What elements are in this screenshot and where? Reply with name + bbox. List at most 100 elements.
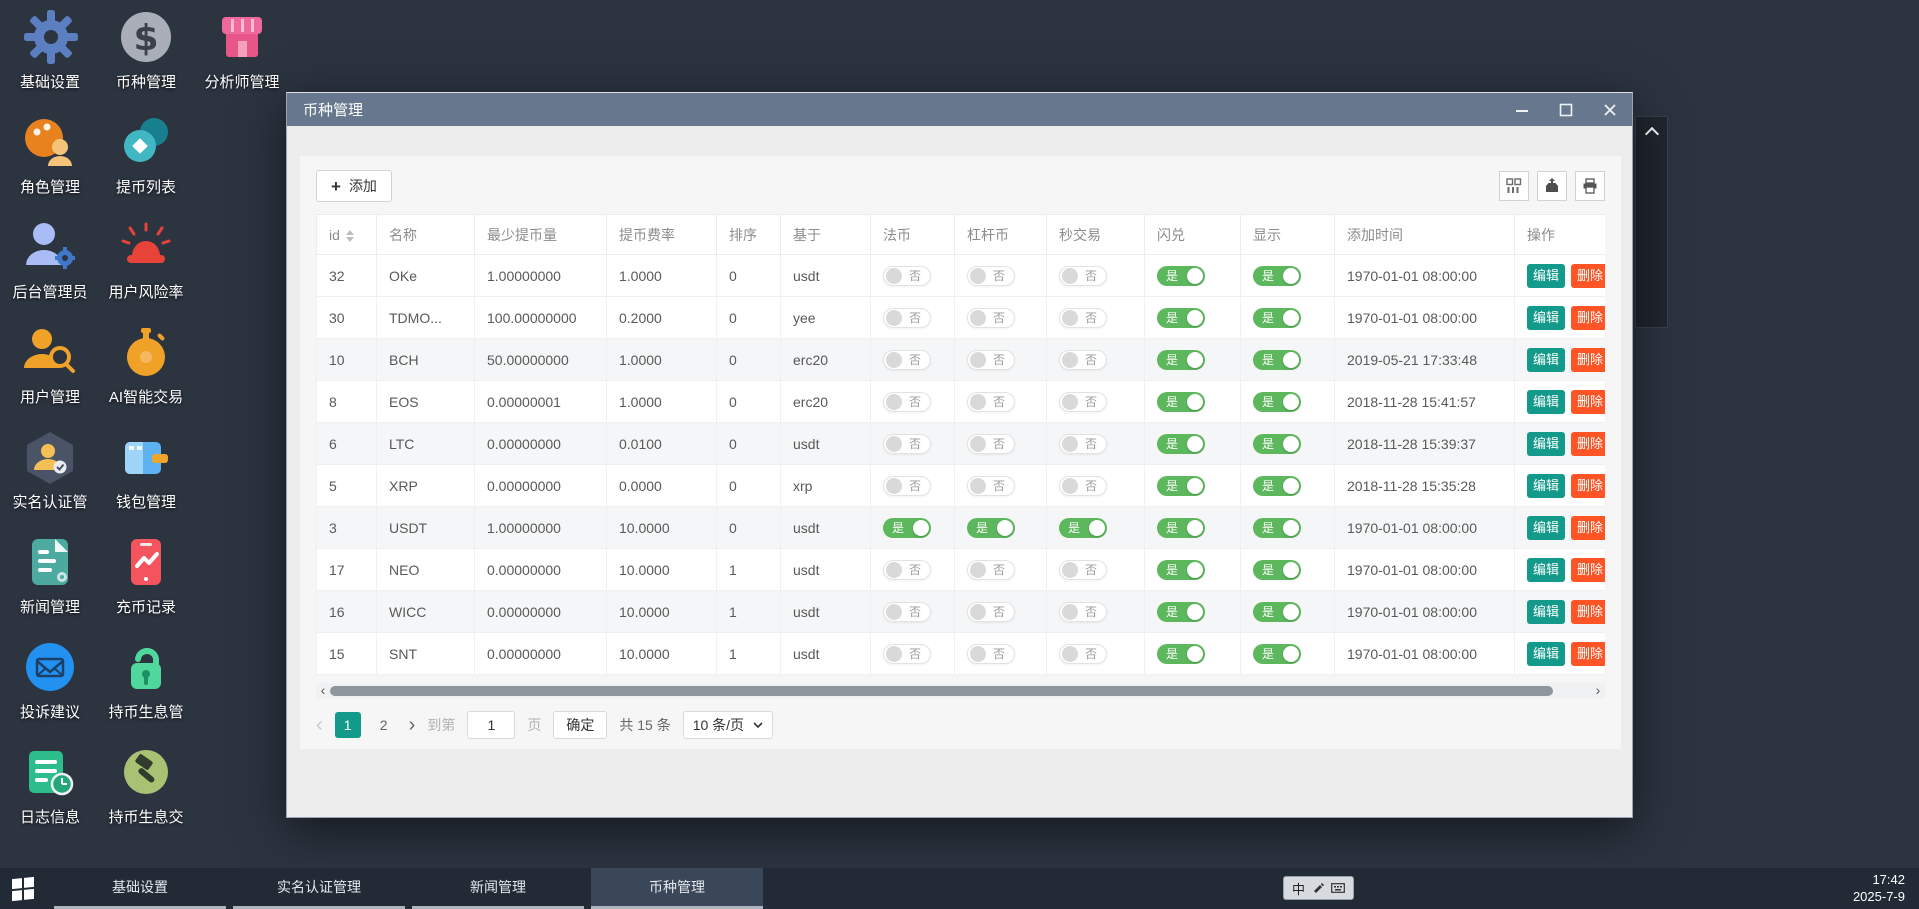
desktop-icon-complaint[interactable]: 投诉建议	[2, 638, 98, 722]
desktop-icon-admin-user[interactable]: 后台管理员	[2, 218, 98, 302]
lever-toggle-off[interactable]: 否	[967, 644, 1015, 664]
taskbar-item-币种管理[interactable]: 币种管理	[591, 868, 763, 909]
second-trade-toggle-off[interactable]: 否	[1059, 434, 1107, 454]
desktop-icon-shop[interactable]: 分析师管理	[194, 8, 290, 92]
lever-toggle-off[interactable]: 否	[967, 602, 1015, 622]
show-toggle-on[interactable]: 是	[1253, 560, 1301, 580]
fiat-toggle-off[interactable]: 否	[883, 350, 931, 370]
show-toggle-on[interactable]: 是	[1253, 266, 1301, 286]
fiat-toggle-off[interactable]: 否	[883, 602, 931, 622]
delete-button[interactable]: 删除	[1571, 390, 1605, 414]
show-toggle-on[interactable]: 是	[1253, 476, 1301, 496]
taskbar-item-实名认证管理[interactable]: 实名认证管理	[233, 868, 405, 909]
taskbar-item-基础设置[interactable]: 基础设置	[54, 868, 226, 909]
edit-button[interactable]: 编辑	[1527, 306, 1565, 330]
desktop-icon-deposit-record[interactable]: 充币记录	[98, 533, 194, 617]
edit-button[interactable]: 编辑	[1527, 642, 1565, 666]
swap-toggle-on[interactable]: 是	[1157, 350, 1205, 370]
fiat-toggle-off[interactable]: 否	[883, 644, 931, 664]
show-toggle-on[interactable]: 是	[1253, 518, 1301, 538]
desktop-icon-gear[interactable]: 基础设置	[2, 8, 98, 92]
start-button[interactable]	[0, 868, 46, 909]
second-trade-toggle-on[interactable]: 是	[1059, 518, 1107, 538]
fiat-toggle-off[interactable]: 否	[883, 434, 931, 454]
background-window-edge[interactable]	[1635, 116, 1668, 328]
desktop-icon-stopwatch[interactable]: AI智能交易	[98, 323, 194, 407]
show-toggle-on[interactable]: 是	[1253, 434, 1301, 454]
edit-button[interactable]: 编辑	[1527, 516, 1565, 540]
columns-button[interactable]	[1499, 171, 1529, 201]
delete-button[interactable]: 删除	[1571, 264, 1605, 288]
second-trade-toggle-off[interactable]: 否	[1059, 644, 1107, 664]
show-toggle-on[interactable]: 是	[1253, 644, 1301, 664]
desktop-icon-coin-dollar[interactable]: $币种管理	[98, 8, 194, 92]
swap-toggle-on[interactable]: 是	[1157, 308, 1205, 328]
delete-button[interactable]: 删除	[1571, 306, 1605, 330]
fiat-toggle-off[interactable]: 否	[883, 560, 931, 580]
fiat-toggle-off[interactable]: 否	[883, 266, 931, 286]
ime-indicator[interactable]: 中	[1283, 876, 1354, 900]
next-page-button[interactable]: ›	[409, 714, 416, 737]
desktop-icon-log[interactable]: 日志信息	[2, 743, 98, 827]
delete-button[interactable]: 删除	[1571, 432, 1605, 456]
desktop-icon-hammer[interactable]: 持币生息交	[98, 743, 194, 827]
page-size-select[interactable]: 10 条/页	[683, 711, 773, 739]
desktop-icon-id-verify[interactable]: 实名认证管	[2, 428, 98, 512]
swap-toggle-on[interactable]: 是	[1157, 560, 1205, 580]
second-trade-toggle-off[interactable]: 否	[1059, 350, 1107, 370]
edit-button[interactable]: 编辑	[1527, 600, 1565, 624]
page-button-2[interactable]: 2	[371, 712, 397, 738]
second-trade-toggle-off[interactable]: 否	[1059, 308, 1107, 328]
lever-toggle-off[interactable]: 否	[967, 350, 1015, 370]
fiat-toggle-off[interactable]: 否	[883, 476, 931, 496]
desktop-icon-wallet[interactable]: 钱包管理	[98, 428, 194, 512]
scroll-left-icon[interactable]: ‹	[316, 683, 330, 698]
swap-toggle-on[interactable]: 是	[1157, 518, 1205, 538]
page-button-1[interactable]: 1	[335, 712, 361, 738]
close-button[interactable]	[1588, 93, 1632, 126]
fiat-toggle-on[interactable]: 是	[883, 518, 931, 538]
delete-button[interactable]: 删除	[1571, 474, 1605, 498]
print-button[interactable]	[1575, 171, 1605, 201]
horizontal-scrollbar[interactable]: ‹ ›	[316, 683, 1605, 698]
desktop-icon-withdraw-list[interactable]: 提币列表	[98, 113, 194, 197]
second-trade-toggle-off[interactable]: 否	[1059, 560, 1107, 580]
lever-toggle-off[interactable]: 否	[967, 434, 1015, 454]
show-toggle-on[interactable]: 是	[1253, 350, 1301, 370]
swap-toggle-on[interactable]: 是	[1157, 644, 1205, 664]
window-titlebar[interactable]: 币种管理	[287, 93, 1632, 126]
desktop-icon-alarm[interactable]: 用户风险率	[98, 218, 194, 302]
desktop-icon-role[interactable]: 角色管理	[2, 113, 98, 197]
taskbar-item-新闻管理[interactable]: 新闻管理	[412, 868, 584, 909]
delete-button[interactable]: 删除	[1571, 558, 1605, 582]
second-trade-toggle-off[interactable]: 否	[1059, 392, 1107, 412]
second-trade-toggle-off[interactable]: 否	[1059, 266, 1107, 286]
second-trade-toggle-off[interactable]: 否	[1059, 602, 1107, 622]
column-header-id[interactable]: id	[317, 215, 377, 255]
minimize-button[interactable]	[1500, 93, 1544, 126]
swap-toggle-on[interactable]: 是	[1157, 434, 1205, 454]
show-toggle-on[interactable]: 是	[1253, 308, 1301, 328]
scrollbar-thumb[interactable]	[330, 686, 1553, 696]
sort-icon[interactable]	[346, 230, 354, 242]
swap-toggle-on[interactable]: 是	[1157, 476, 1205, 496]
lever-toggle-off[interactable]: 否	[967, 266, 1015, 286]
show-toggle-on[interactable]: 是	[1253, 392, 1301, 412]
fiat-toggle-off[interactable]: 否	[883, 308, 931, 328]
taskbar-clock[interactable]: 17:42 2025-7-9	[1853, 868, 1905, 909]
maximize-button[interactable]	[1544, 93, 1588, 126]
delete-button[interactable]: 删除	[1571, 600, 1605, 624]
swap-toggle-on[interactable]: 是	[1157, 392, 1205, 412]
desktop-icon-news[interactable]: 新闻管理	[2, 533, 98, 617]
edit-button[interactable]: 编辑	[1527, 264, 1565, 288]
scroll-right-icon[interactable]: ›	[1591, 683, 1605, 698]
lever-toggle-off[interactable]: 否	[967, 392, 1015, 412]
desktop-icon-user-search[interactable]: 用户管理	[2, 323, 98, 407]
delete-button[interactable]: 删除	[1571, 642, 1605, 666]
edit-button[interactable]: 编辑	[1527, 474, 1565, 498]
second-trade-toggle-off[interactable]: 否	[1059, 476, 1107, 496]
confirm-button[interactable]: 确定	[553, 711, 607, 739]
delete-button[interactable]: 删除	[1571, 348, 1605, 372]
edit-button[interactable]: 编辑	[1527, 348, 1565, 372]
lever-toggle-off[interactable]: 否	[967, 560, 1015, 580]
